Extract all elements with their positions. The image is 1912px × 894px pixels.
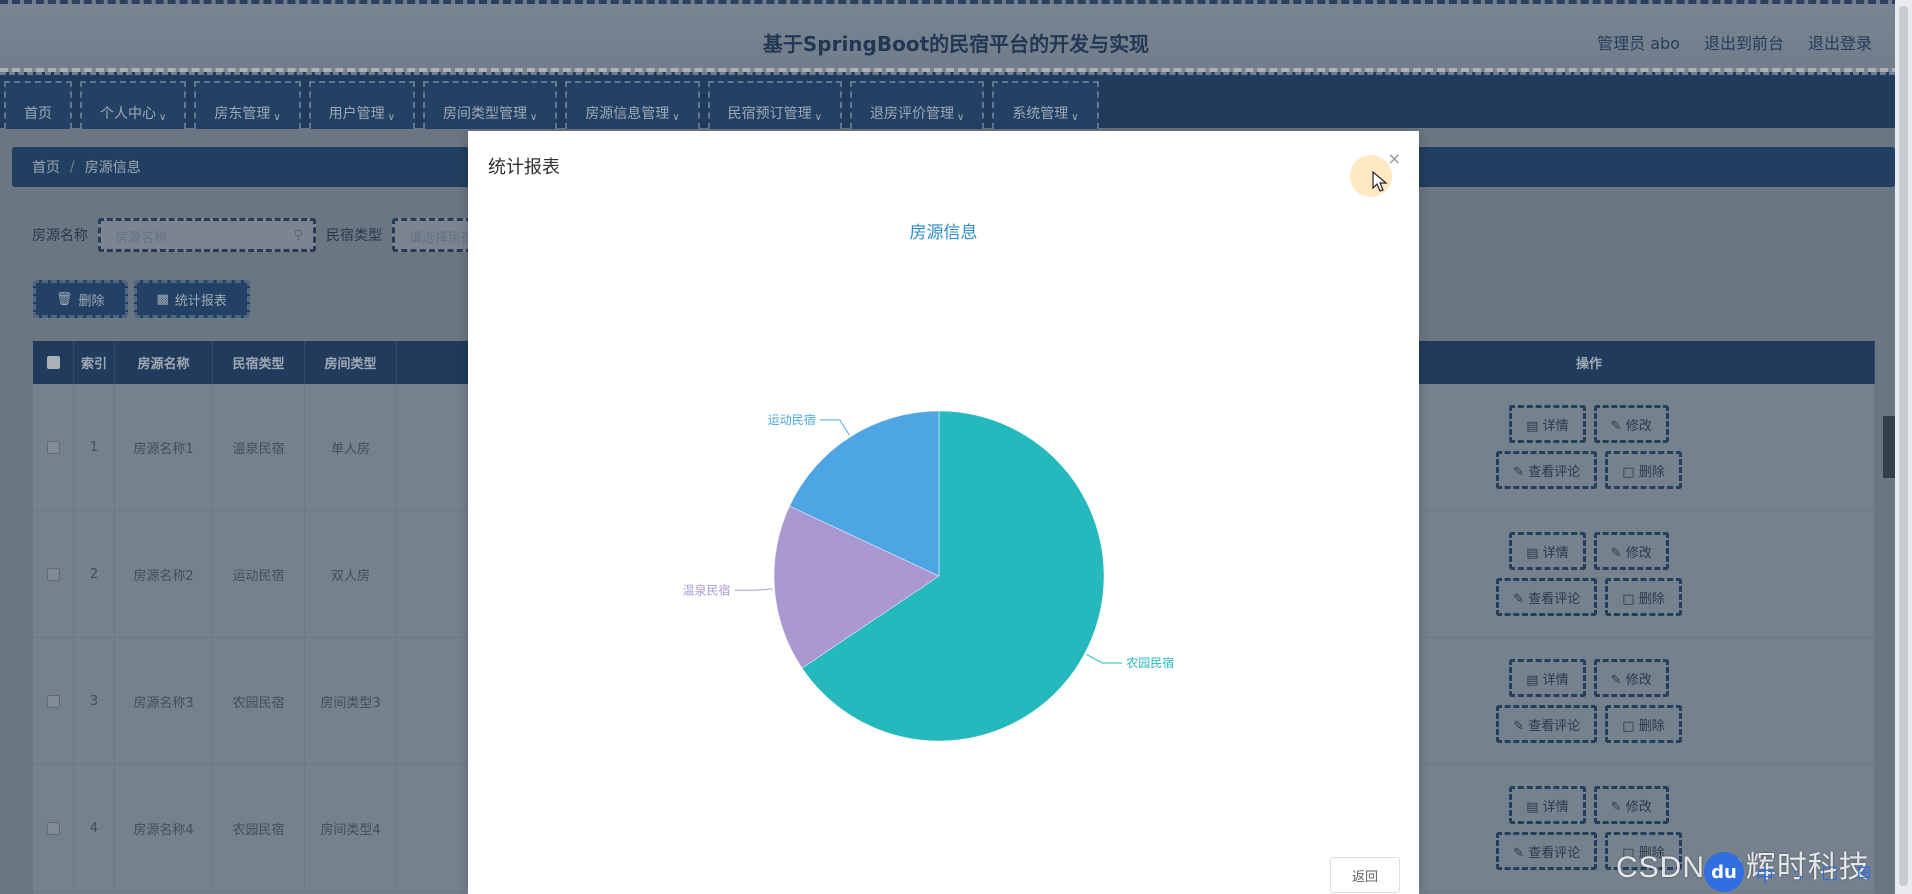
tray-icon-3[interactable]: ⊞ (1856, 862, 1871, 888)
scrollbar[interactable] (1895, 0, 1912, 894)
pie-slice-label-1: 温泉民宿 (683, 582, 731, 597)
pie-label-line-0 (1086, 654, 1123, 664)
return-button[interactable]: 返回 (1330, 857, 1400, 893)
du-logo-icon[interactable]: du (1704, 852, 1744, 892)
pie-slice-label-2: 运动民宿 (768, 412, 816, 427)
pie-slice-label-0: 农园民宿 (1126, 655, 1174, 670)
pie-chart: 农园民宿 温泉民宿 运动民宿 (683, 410, 1174, 742)
tray-icon-1[interactable]: ·, (1792, 862, 1803, 888)
pie-label-line-1 (734, 588, 773, 591)
pie-label-line-2 (819, 419, 850, 436)
tray-icon-2[interactable]: □ (1821, 862, 1838, 888)
scrollbar-thumb[interactable] (1899, 6, 1908, 886)
tray-icon-0[interactable]: 中 (1756, 862, 1774, 888)
report-dialog: 统计报表 × 房源信息 农园民宿 温泉民宿 运动民宿 返回 (468, 131, 1419, 894)
system-tray: 中 ·, □ ⊞ (1756, 862, 1872, 888)
